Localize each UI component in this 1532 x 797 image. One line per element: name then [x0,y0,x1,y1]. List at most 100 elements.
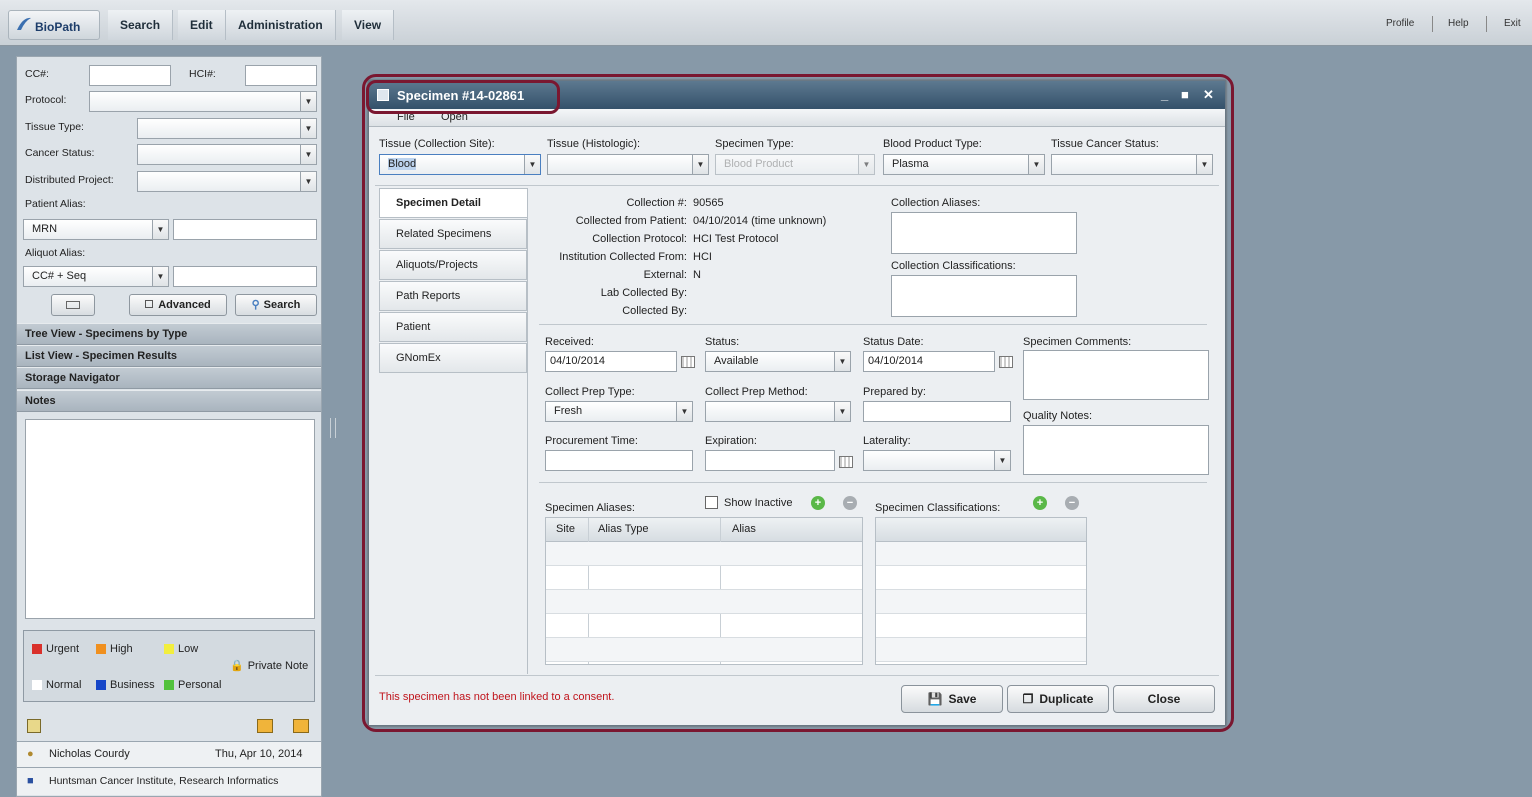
duplicate-button[interactable]: ❐ Duplicate [1007,685,1109,713]
specimen-aliases-grid[interactable]: Site Alias Type Alias [545,517,863,665]
blood-product-type-select[interactable]: Plasma ▼ [883,154,1045,175]
tab-patient[interactable]: Patient [379,312,527,342]
clear-button[interactable] [51,294,95,316]
aliquot-alias-type-select[interactable]: CC# + Seq ▼ [23,266,169,287]
tab-related-specimens[interactable]: Related Specimens [379,219,527,249]
tissue-collection-label: Tissue (Collection Site): [379,138,495,150]
accordion-notes[interactable]: Notes [17,390,321,412]
column-site[interactable]: Site [556,523,575,535]
close-icon[interactable]: ✕ [1203,87,1214,103]
table-row [876,638,1086,662]
collection-protocol-label: Collection Protocol: [592,233,687,245]
accordion-list-view[interactable]: List View - Specimen Results [17,345,321,367]
quality-notes-label: Quality Notes: [1023,410,1093,422]
collection-classifications-list[interactable] [891,275,1077,317]
close-button[interactable]: Close [1113,685,1215,713]
org-name: Huntsman Cancer Institute, Research Info… [49,775,279,787]
collection-aliases-list[interactable] [891,212,1077,254]
procurement-time-input[interactable] [545,450,693,471]
advanced-button[interactable]: Advanced [129,294,227,316]
tab-specimen-detail[interactable]: Specimen Detail [379,188,527,218]
profile-link[interactable]: Profile [1386,18,1414,29]
remove-alias-icon[interactable]: − [843,496,857,510]
institution-label: Institution Collected From: [559,251,687,263]
delete-note-icon[interactable] [293,719,309,733]
menu-search[interactable]: Search [108,10,174,40]
chevron-down-icon: ▼ [858,155,874,174]
prepared-by-input[interactable] [863,401,1011,422]
add-alias-icon[interactable]: + [811,496,825,510]
menu-open[interactable]: Open [441,111,468,123]
table-row [546,566,862,590]
tab-path-reports[interactable]: Path Reports [379,281,527,311]
maximize-icon[interactable]: ■ [1181,87,1189,102]
column-alias-type[interactable]: Alias Type [598,523,649,535]
notes-legend: Urgent High Low 🔒 Private Note Normal Bus… [23,630,315,702]
menu-administration[interactable]: Administration [226,10,336,40]
grid-header [876,518,1086,542]
export-icon[interactable] [27,719,41,733]
accordion-tree-view[interactable]: Tree View - Specimens by Type [17,323,321,345]
column-alias[interactable]: Alias [732,523,756,535]
app-logo[interactable]: BioPath [8,10,100,40]
calendar-icon[interactable] [839,456,853,468]
cc-input[interactable] [89,65,171,86]
help-link[interactable]: Help [1448,18,1469,29]
menu-view[interactable]: View [342,10,395,40]
quality-notes-textarea[interactable] [1023,425,1209,475]
calendar-icon[interactable] [999,356,1013,368]
status-date-input[interactable]: 04/10/2014 [863,351,995,372]
table-row [876,614,1086,638]
specimen-classifications-grid[interactable] [875,517,1087,665]
specimen-type-select[interactable]: Blood Product ▼ [715,154,875,175]
calendar-icon[interactable] [681,356,695,368]
separator [1432,16,1433,32]
tissue-cancer-status-select[interactable]: ▼ [1051,154,1213,175]
notes-textarea[interactable] [25,419,315,619]
user-name: Nicholas Courdy [49,748,130,760]
search-button[interactable]: ⚲ Search [235,294,317,316]
hci-label: HCI#: [189,68,216,80]
panel-splitter[interactable] [330,418,336,438]
dialog-title-bar: Specimen #14-02861 _ ■ ✕ [369,81,1225,109]
patient-alias-input[interactable] [173,219,317,240]
distributed-project-select[interactable]: ▼ [137,171,317,192]
cancer-status-select[interactable]: ▼ [137,144,317,165]
add-classification-icon[interactable]: + [1033,496,1047,510]
tissue-cancer-status-label: Tissue Cancer Status: [1051,138,1159,150]
expiration-input[interactable] [705,450,835,471]
tissue-histologic-select[interactable]: ▼ [547,154,709,175]
exit-link[interactable]: Exit [1504,18,1521,29]
accordion-storage-navigator[interactable]: Storage Navigator [17,367,321,389]
menu-file[interactable]: File [397,111,415,123]
tab-gnomex[interactable]: GNomEx [379,343,527,373]
hci-input[interactable] [245,65,317,86]
specimen-aliases-label: Specimen Aliases: [545,502,635,514]
chevron-down-icon: ▼ [692,155,708,174]
menu-edit[interactable]: Edit [178,10,226,40]
tissue-type-select[interactable]: ▼ [137,118,317,139]
show-inactive-checkbox[interactable] [705,496,718,509]
specimen-comments-textarea[interactable] [1023,350,1209,400]
table-row [876,590,1086,614]
collect-prep-method-select[interactable]: ▼ [705,401,851,422]
aliquot-alias-input[interactable] [173,266,317,287]
personal-swatch [164,680,174,691]
collect-prep-type-select[interactable]: Fresh ▼ [545,401,693,422]
tissue-collection-select[interactable]: Blood ▼ [379,154,541,175]
save-button[interactable]: 💾 Save [901,685,1003,713]
remove-classification-icon[interactable]: − [1065,496,1079,510]
aliquot-alias-type-value: CC# + Seq [32,270,87,282]
normal-swatch [32,680,42,691]
received-date-input[interactable]: 04/10/2014 [545,351,677,372]
protocol-select[interactable]: ▼ [89,91,317,112]
tab-aliquots-projects[interactable]: Aliquots/Projects [379,250,527,280]
chevron-down-icon: ▼ [300,172,316,191]
status-select[interactable]: Available ▼ [705,351,851,372]
minimize-icon[interactable]: _ [1161,87,1168,102]
add-note-icon[interactable] [257,719,273,733]
specimen-comments-label: Specimen Comments: [1023,336,1132,348]
laterality-select[interactable]: ▼ [863,450,1011,471]
collected-by-label: Collected By: [622,305,687,317]
patient-alias-type-select[interactable]: MRN ▼ [23,219,169,240]
